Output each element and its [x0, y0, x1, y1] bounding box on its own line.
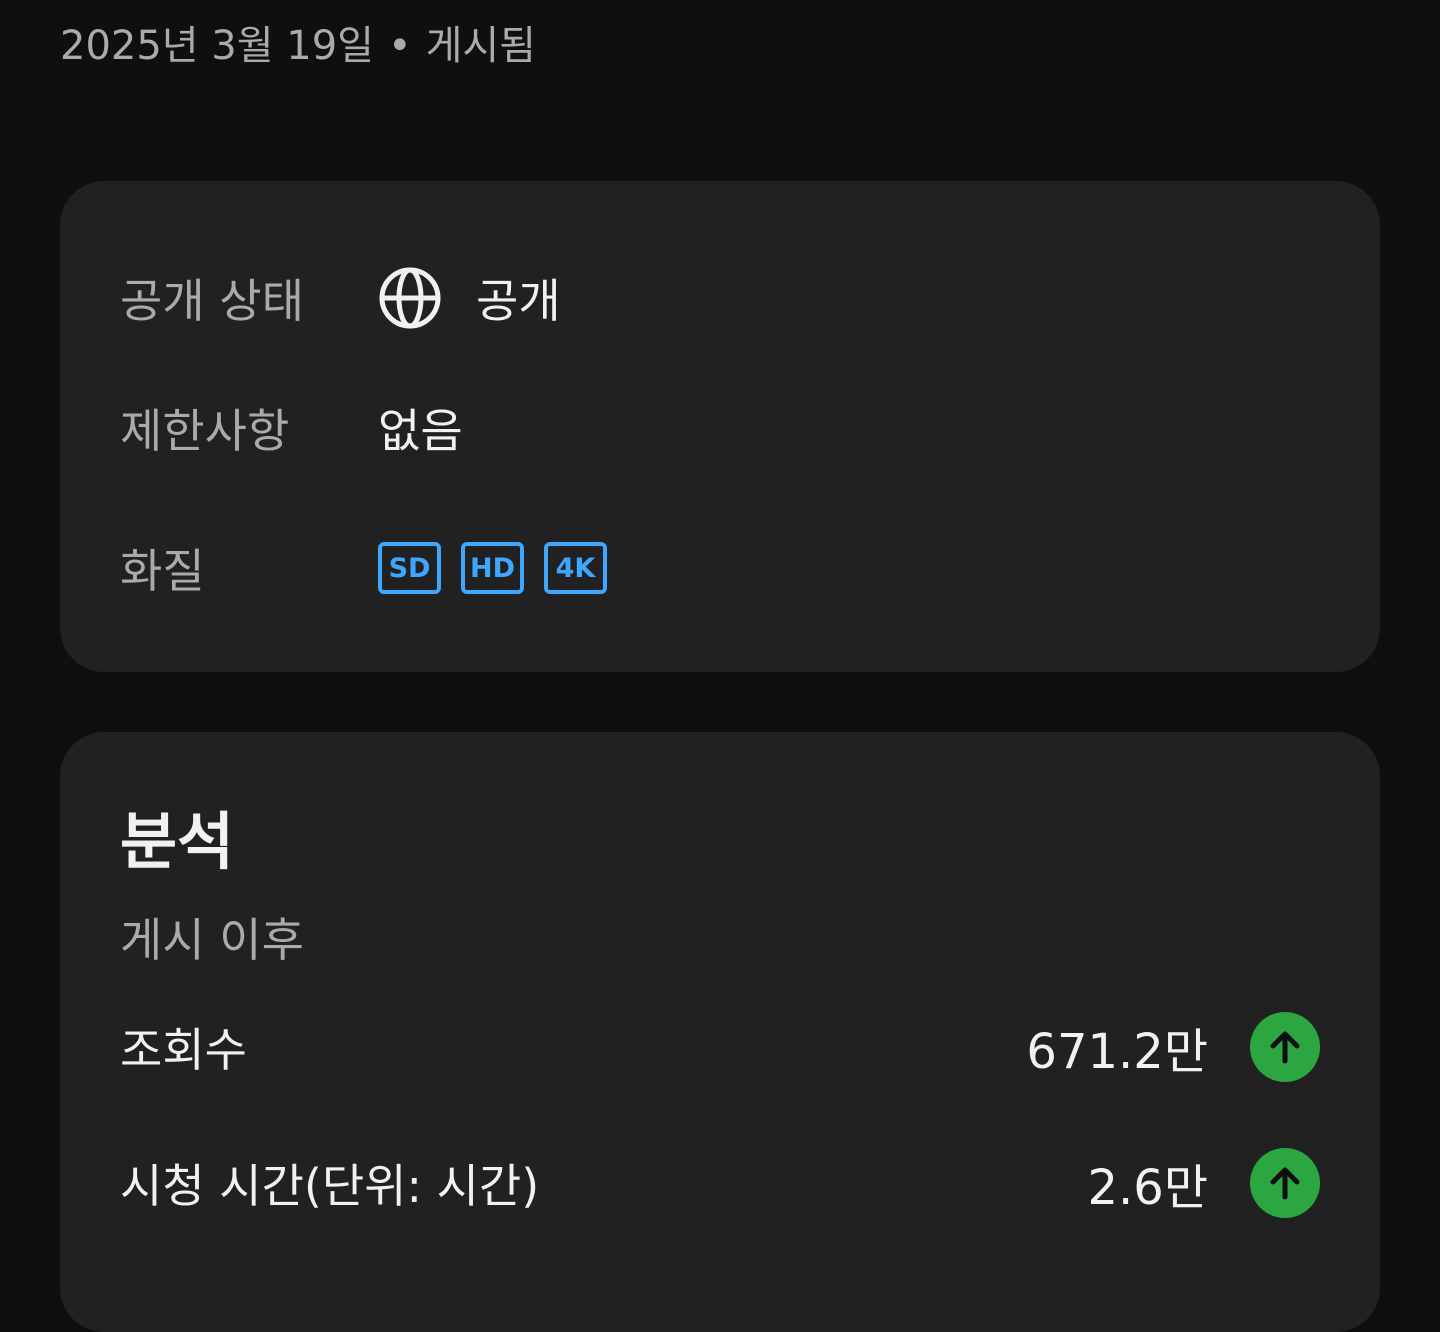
visibility-label: 공개 상태 — [120, 274, 304, 328]
analytics-title: 분석 — [120, 805, 235, 878]
publish-status: 게시됨 — [425, 23, 536, 69]
views-metric-row[interactable]: 조회수 671.2만 — [120, 1012, 1320, 1082]
watch-time-value: 2.6만 — [1087, 1160, 1209, 1216]
visibility-value: 공개 — [476, 274, 561, 328]
views-value-group: 671.2만 — [1026, 1012, 1320, 1082]
details-card: 공개 상태 공개 제한사항 없음 화질 SD HD 4K — [60, 181, 1380, 672]
hd-badge-icon: HD — [461, 542, 524, 594]
trend-up-icon — [1250, 1148, 1320, 1218]
publish-info: 2025년 3월 19일 • 게시됨 — [60, 20, 536, 72]
restrictions-value: 없음 — [378, 404, 463, 458]
views-label: 조회수 — [120, 1023, 247, 1077]
globe-icon — [379, 267, 441, 329]
trend-up-icon — [1250, 1012, 1320, 1082]
publish-date: 2025년 3월 19일 — [60, 23, 374, 69]
quality-badges: SD HD 4K — [378, 542, 627, 594]
analytics-card: 분석 게시 이후 조회수 671.2만 시청 시간(단위: 시간) 2.6만 — [60, 732, 1380, 1332]
visibility-row[interactable]: 공개 상태 공개 — [120, 263, 561, 333]
quality-label: 화질 — [120, 544, 205, 598]
restrictions-row[interactable]: 제한사항 없음 — [120, 393, 463, 463]
4k-badge-icon: 4K — [544, 542, 607, 594]
restrictions-label: 제한사항 — [120, 404, 290, 458]
quality-row: 화질 SD HD 4K — [120, 533, 627, 603]
separator-dot: • — [387, 23, 412, 69]
analytics-subtitle: 게시 이후 — [120, 913, 304, 967]
watch-time-metric-row[interactable]: 시청 시간(단위: 시간) 2.6만 — [120, 1148, 1320, 1218]
views-value: 671.2만 — [1026, 1024, 1208, 1080]
sd-badge-icon: SD — [378, 542, 441, 594]
watch-time-value-group: 2.6만 — [1087, 1148, 1320, 1218]
watch-time-label: 시청 시간(단위: 시간) — [120, 1159, 540, 1213]
visibility-value-group: 공개 — [378, 265, 561, 331]
